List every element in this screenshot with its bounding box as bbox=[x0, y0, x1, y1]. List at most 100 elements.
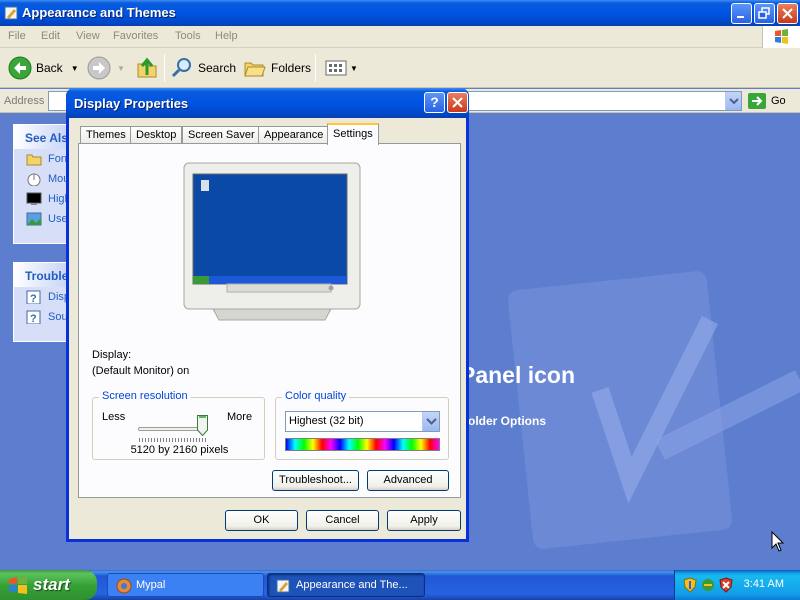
see-also-panel: See Also Fonts Mouse Pointers High Contr… bbox=[13, 124, 70, 244]
color-spectrum-preview bbox=[285, 438, 440, 451]
folders-label: Folders bbox=[271, 61, 312, 75]
dialog-title: Display Properties bbox=[74, 96, 189, 111]
cancel-button[interactable]: Cancel bbox=[306, 510, 379, 531]
search-label: Search bbox=[198, 61, 237, 75]
troubleshooters-heading[interactable]: Troubleshooters bbox=[14, 263, 69, 287]
control-panel-watermark-icon bbox=[507, 271, 800, 549]
start-button[interactable]: start bbox=[0, 570, 97, 600]
taskbar-item-mypal[interactable]: Mypal bbox=[107, 573, 264, 597]
network-icon[interactable] bbox=[701, 577, 715, 593]
start-label: start bbox=[33, 575, 70, 594]
task-link-sound[interactable]: ? Sound bbox=[14, 307, 69, 327]
ok-button[interactable]: OK bbox=[225, 510, 298, 531]
screen-resolution-group: Screen resolution Less More 5120 by 2160… bbox=[92, 390, 265, 460]
tab-appearance[interactable]: Appearance bbox=[258, 126, 330, 144]
menu-bar: File Edit View Favorites Tools Help bbox=[0, 26, 800, 48]
up-folder-button[interactable] bbox=[135, 54, 159, 82]
svg-text:?: ? bbox=[30, 293, 37, 304]
back-button[interactable]: Back ▼ bbox=[8, 54, 79, 82]
close-button[interactable] bbox=[777, 3, 798, 24]
chevron-down-icon bbox=[729, 98, 739, 105]
color-quality-dropdown-button[interactable] bbox=[422, 412, 439, 431]
explorer-title: Appearance and Themes bbox=[22, 5, 176, 20]
folders-icon bbox=[244, 62, 266, 77]
menu-tools[interactable]: Tools bbox=[175, 30, 201, 42]
task-link-user-account-picture[interactable]: User Account Picture bbox=[14, 209, 69, 229]
minimize-button[interactable] bbox=[731, 3, 752, 24]
back-dropdown-icon[interactable]: ▼ bbox=[71, 64, 79, 73]
back-arrow-icon bbox=[8, 56, 32, 80]
address-dropdown-button[interactable] bbox=[725, 92, 741, 110]
task-link-fonts[interactable]: Fonts bbox=[14, 149, 69, 169]
search-button[interactable]: Search bbox=[170, 54, 236, 82]
explorer-titlebar[interactable]: Appearance and Themes bbox=[0, 0, 800, 26]
dialog-titlebar[interactable]: Display Properties ? bbox=[66, 88, 469, 118]
color-quality-select[interactable]: Highest (32 bit) bbox=[285, 411, 440, 432]
close-icon bbox=[452, 97, 463, 108]
display-device-value: (Default Monitor) on bbox=[92, 365, 190, 377]
help-button[interactable]: ? bbox=[424, 92, 445, 113]
windows-flag-icon bbox=[9, 576, 27, 594]
monitor-preview-icon bbox=[183, 162, 361, 321]
fonts-folder-icon bbox=[26, 154, 42, 166]
troubleshoot-button[interactable]: Troubleshoot... bbox=[272, 470, 359, 491]
restore-icon bbox=[758, 7, 770, 19]
system-tray: 3:41 AM bbox=[674, 570, 800, 600]
folder-options-link[interactable]: older Options bbox=[468, 414, 546, 428]
tab-screen-saver[interactable]: Screen Saver bbox=[182, 126, 261, 144]
menu-help[interactable]: Help bbox=[215, 30, 238, 42]
svg-text:?: ? bbox=[30, 313, 37, 324]
task-link-display[interactable]: ? Display bbox=[14, 287, 69, 307]
tab-desktop[interactable]: Desktop bbox=[130, 126, 183, 144]
pick-icon-heading: Panel icon bbox=[460, 362, 576, 388]
advanced-button[interactable]: Advanced bbox=[367, 470, 449, 491]
views-icon bbox=[325, 60, 347, 76]
go-arrow-icon bbox=[748, 93, 766, 109]
resolution-more-label: More bbox=[227, 411, 253, 423]
menu-file[interactable]: File bbox=[8, 30, 26, 42]
monitor-icon bbox=[26, 192, 42, 205]
help-icon: ? bbox=[26, 290, 41, 304]
taskbar: start Mypal Appearance and The... 3:41 A… bbox=[0, 570, 800, 600]
back-label: Back bbox=[36, 61, 63, 75]
see-also-heading[interactable]: See Also bbox=[14, 125, 69, 149]
color-quality-group: Color quality Highest (32 bit) bbox=[275, 390, 449, 460]
menu-favorites[interactable]: Favorites bbox=[113, 30, 158, 42]
tab-themes[interactable]: Themes bbox=[80, 126, 132, 144]
search-icon bbox=[171, 58, 191, 78]
toolbar-separator bbox=[315, 54, 316, 82]
color-quality-legend: Color quality bbox=[282, 390, 350, 402]
troubleshooters-panel: Troubleshooters ? Display ? Sound bbox=[13, 262, 70, 342]
forward-dropdown-icon[interactable]: ▼ bbox=[117, 64, 125, 73]
settings-tab-page: Display: (Default Monitor) on Screen res… bbox=[78, 143, 461, 498]
views-dropdown-icon[interactable]: ▼ bbox=[350, 64, 358, 73]
task-link-mouse-pointers[interactable]: Mouse Pointers bbox=[14, 169, 69, 189]
picture-icon bbox=[26, 212, 42, 226]
menu-edit[interactable]: Edit bbox=[41, 30, 60, 42]
resolution-slider-thumb[interactable] bbox=[197, 415, 208, 436]
folders-button[interactable]: Folders bbox=[243, 54, 311, 82]
tab-settings[interactable]: Settings bbox=[327, 123, 379, 145]
taskbar-item-appearance-and-themes[interactable]: Appearance and The... bbox=[267, 573, 425, 597]
go-label: Go bbox=[771, 95, 786, 107]
security-alert-icon[interactable] bbox=[719, 577, 733, 593]
minimize-icon bbox=[737, 16, 744, 18]
task-link-high-contrast[interactable]: High Contrast bbox=[14, 189, 69, 209]
menu-view[interactable]: View bbox=[76, 30, 100, 42]
dialog-close-button[interactable] bbox=[447, 92, 468, 113]
apply-button[interactable]: Apply bbox=[387, 510, 461, 531]
security-shield-icon[interactable] bbox=[683, 577, 697, 593]
color-quality-selected: Highest (32 bit) bbox=[289, 415, 364, 427]
forward-button[interactable]: ▼ bbox=[87, 54, 125, 82]
maximize-button[interactable] bbox=[754, 3, 775, 24]
views-button[interactable]: ▼ bbox=[324, 54, 358, 82]
toolbar-separator bbox=[164, 54, 165, 82]
go-button[interactable]: Go bbox=[748, 93, 786, 109]
forward-arrow-icon bbox=[87, 56, 111, 80]
control-panel-icon bbox=[276, 579, 290, 593]
clock[interactable]: 3:41 AM bbox=[744, 578, 784, 590]
address-label: Address bbox=[4, 95, 45, 107]
mouse-cursor-icon bbox=[771, 531, 785, 552]
control-panel-icon bbox=[4, 6, 18, 20]
display-label: Display: bbox=[92, 349, 132, 361]
